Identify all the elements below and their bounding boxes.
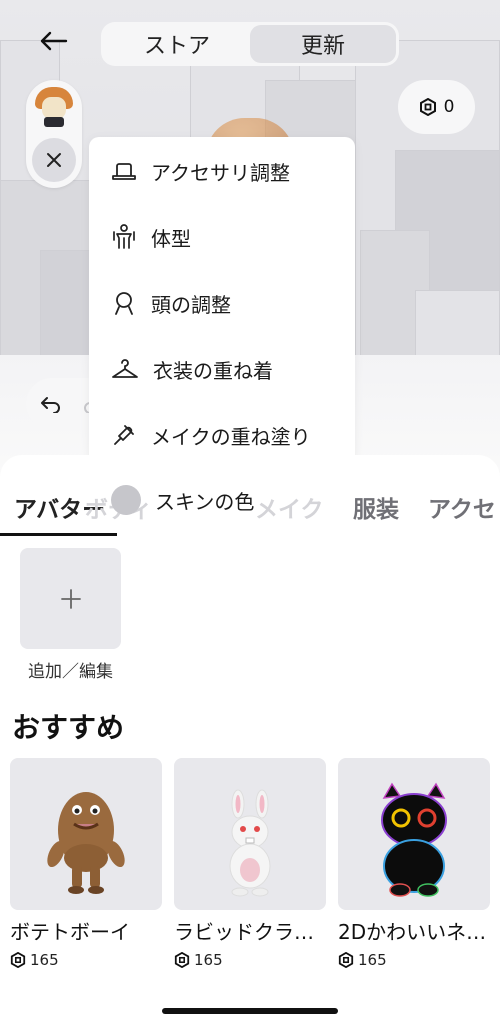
avatar-thumbnail[interactable] xyxy=(35,87,73,127)
menu-item-layered-clothing[interactable]: 衣装の重ね着 xyxy=(89,347,355,391)
item-price: 165 xyxy=(10,951,162,969)
tab-makeup[interactable]: メイク xyxy=(255,490,324,524)
menu-item-accessory-adjust[interactable]: アクセサリ調整 xyxy=(89,149,355,193)
robux-icon xyxy=(10,952,26,968)
recommended-item[interactable]: ボテトボーイ 165 xyxy=(10,758,162,969)
menu-item-layered-makeup[interactable]: メイクの重ね塗り xyxy=(89,413,355,457)
body-icon xyxy=(113,224,135,249)
menu-item-skin-color[interactable]: スキンの色 xyxy=(111,485,254,515)
item-thumbnail xyxy=(174,758,326,910)
tab-accessories[interactable]: アクセ xyxy=(428,490,496,524)
close-icon xyxy=(47,153,61,167)
active-tab-indicator xyxy=(0,533,117,536)
item-name: ラビッドクラ… xyxy=(174,920,314,944)
add-edit-label: 追加／編集 xyxy=(28,662,113,682)
home-indicator[interactable] xyxy=(162,1008,338,1014)
recommended-item[interactable]: ラビッドクラ… 165 xyxy=(174,758,326,969)
plus-icon xyxy=(60,588,81,609)
close-button[interactable] xyxy=(32,138,76,182)
menu-item-head-adjust[interactable]: 頭の調整 xyxy=(89,281,355,325)
robux-balance[interactable]: 0 xyxy=(398,80,475,134)
robux-icon xyxy=(419,98,436,116)
hat-icon xyxy=(112,163,136,180)
menu-item-body-type[interactable]: 体型 xyxy=(89,215,355,259)
tab-clothing[interactable]: 服装 xyxy=(353,490,399,524)
add-edit-button[interactable] xyxy=(20,548,121,649)
makeup-icon xyxy=(114,425,134,445)
robux-icon xyxy=(338,952,354,968)
edit-menu: アクセサリ調整 体型 頭の調整 衣装の重ね着 メイクの重ね塗り xyxy=(89,137,355,467)
store-update-toggle: ストア 更新 xyxy=(101,22,399,66)
arrow-left-icon xyxy=(40,31,68,51)
item-price: 165 xyxy=(174,951,326,969)
recommended-item[interactable]: 2Dかわいいネ… 165 xyxy=(338,758,490,969)
tab-update[interactable]: 更新 xyxy=(250,25,396,63)
hanger-icon xyxy=(112,359,138,378)
item-thumbnail xyxy=(10,758,162,910)
avatar-panel xyxy=(26,80,82,188)
item-price: 165 xyxy=(338,951,490,969)
recommended-title: おすすめ xyxy=(12,711,125,744)
undo-icon[interactable] xyxy=(40,395,62,413)
robux-amount: 0 xyxy=(443,97,455,117)
robux-icon xyxy=(174,952,190,968)
item-name: ボテトボーイ xyxy=(10,920,130,944)
tab-store[interactable]: ストア xyxy=(104,25,250,63)
head-icon xyxy=(115,292,133,315)
skin-color-icon xyxy=(111,485,141,515)
back-button[interactable] xyxy=(34,24,72,58)
item-thumbnail xyxy=(338,758,490,910)
item-name: 2Dかわいいネ… xyxy=(338,920,487,944)
